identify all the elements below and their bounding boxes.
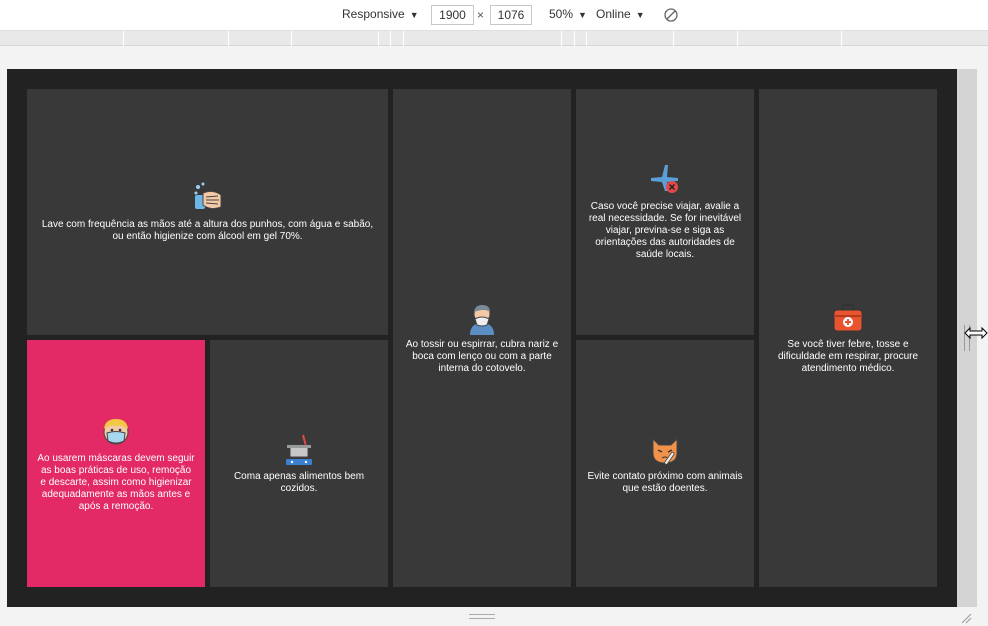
media-query-marker [390, 31, 391, 46]
card-hand-washing: Lave com frequência as mãos até a altura… [27, 89, 388, 335]
card-masks: Ao usarem máscaras devem seguir as boas … [27, 340, 205, 587]
card-travel: Caso você precise viajar, avalie a real … [576, 89, 754, 335]
person-sneezing-icon [470, 305, 494, 335]
emulated-viewport: Lave com frequência as mãos até a altura… [7, 69, 957, 607]
media-query-marker [123, 31, 124, 46]
bottom-resize-handle[interactable] [469, 614, 495, 619]
airplane-cancel-icon [651, 165, 678, 193]
media-query-marker [586, 31, 587, 46]
chevron-down-icon: ▼ [409, 10, 419, 20]
media-query-marker [673, 31, 674, 46]
card-text: Ao usarem máscaras devem seguir as boas … [37, 452, 195, 512]
media-query-marker [291, 31, 292, 46]
media-query-marker [841, 31, 842, 46]
height-input[interactable]: 1076 [490, 5, 532, 25]
first-aid-kit-icon [833, 304, 863, 332]
card-text: Coma apenas alimentos bem cozidos. [233, 470, 365, 494]
corner-resize-icon[interactable] [960, 612, 972, 624]
media-query-marker [737, 31, 738, 46]
media-query-marker [574, 31, 575, 46]
zoom-select-label: 50% [549, 7, 574, 21]
card-cover-cough: Ao tossir ou espirrar, cubra nariz e boc… [393, 89, 571, 587]
cooking-pot-icon [286, 434, 312, 465]
horizontal-resize-cursor-icon [964, 326, 988, 340]
throttle-select[interactable]: Online ▼ [596, 7, 645, 21]
face-mask-icon [103, 418, 129, 444]
dimension-separator: × [477, 8, 485, 22]
media-query-marker [228, 31, 229, 46]
card-text: Ao tossir ou espirrar, cubra nariz e boc… [405, 339, 559, 374]
width-input[interactable]: 1900 [431, 5, 474, 25]
media-query-bar[interactable] [0, 31, 988, 46]
hand-washing-icon [194, 182, 221, 210]
zoom-select[interactable]: 50% ▼ [549, 7, 587, 21]
media-query-marker [403, 31, 404, 46]
chevron-down-icon: ▼ [635, 10, 645, 20]
device-toolbar: Responsive ▼ 1900 × 1076 50% ▼ Online ▼ [0, 0, 988, 31]
media-query-marker [561, 31, 562, 46]
card-text: Se você tiver febre, tosse e dificuldade… [777, 339, 919, 374]
card-cooked-food: Coma apenas alimentos bem cozidos. [210, 340, 388, 587]
card-seek-care: Se você tiver febre, tosse e dificuldade… [759, 89, 937, 587]
card-text: Evite contato próximo com animais que es… [587, 470, 743, 494]
card-sick-animals: Evite contato próximo com animais que es… [576, 340, 754, 587]
device-select[interactable]: Responsive ▼ [342, 7, 419, 21]
media-query-marker [378, 31, 379, 46]
throttle-select-label: Online [596, 7, 631, 21]
card-text: Lave com frequência as mãos até a altura… [41, 219, 374, 242]
device-select-label: Responsive [342, 7, 405, 21]
chevron-down-icon: ▼ [578, 10, 587, 20]
rotate-icon[interactable] [663, 7, 679, 23]
card-text: Caso você precise viajar, avalie a real … [588, 201, 742, 260]
sick-cat-icon [652, 437, 678, 465]
